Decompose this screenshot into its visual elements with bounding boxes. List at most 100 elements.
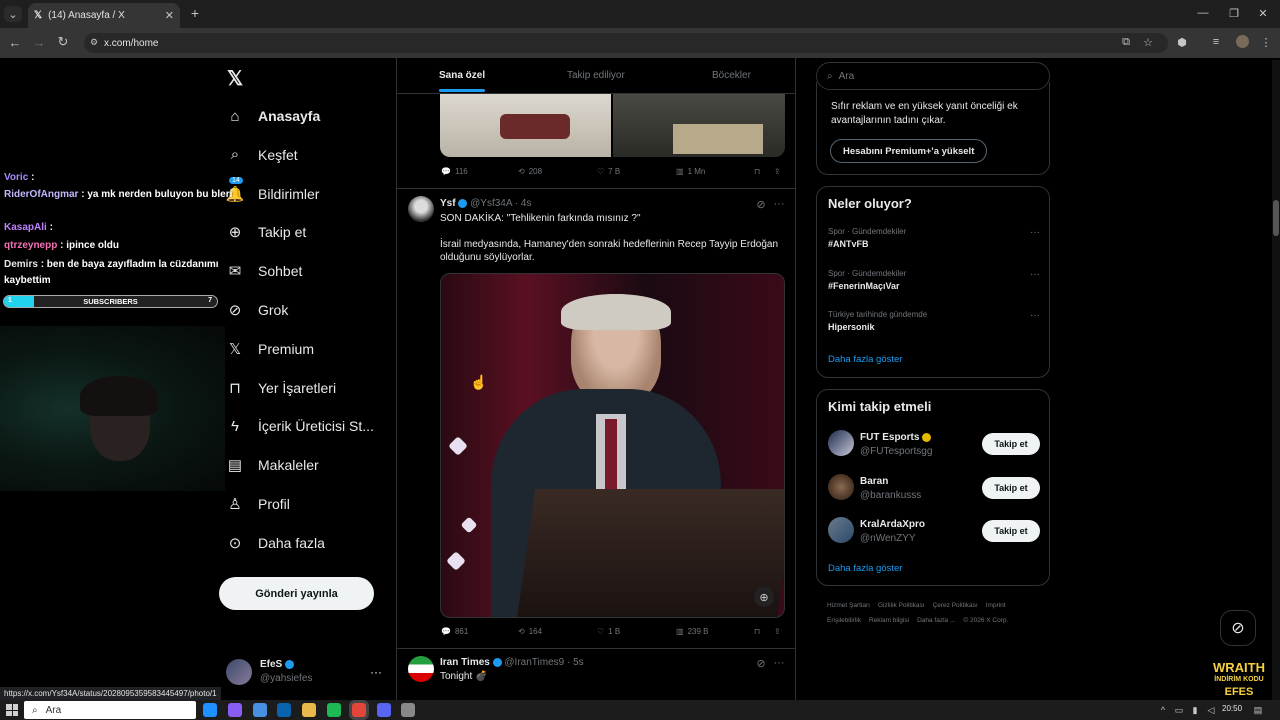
grok-icon[interactable]: ⊘ — [755, 657, 767, 670]
sidebar-item-9[interactable]: ▤ Makaleler — [226, 450, 319, 480]
browser-tab[interactable]: 𝕏 (14) Anasayfa / X ✕ — [28, 3, 180, 28]
footer-link[interactable]: Hizmet Şartları — [827, 600, 870, 612]
sidebar-item-5[interactable]: ⊘ Grok — [226, 295, 289, 325]
more-icon[interactable]: ··· — [773, 198, 785, 210]
follow-button[interactable]: Takip et — [982, 520, 1040, 542]
sidebar-item-0[interactable]: ⌂ Anasayfa — [226, 101, 320, 131]
post-avatar[interactable] — [408, 656, 434, 682]
post-author-name[interactable]: Iran Times — [440, 657, 490, 668]
forward-icon[interactable]: → — [32, 35, 46, 50]
reply-button[interactable]: 💬 116 — [441, 167, 468, 176]
tab-search-icon[interactable]: ⌄ — [4, 6, 22, 22]
show-more-trends-link[interactable]: Daha fazla göster — [828, 354, 902, 365]
sidebar-item-8[interactable]: ϟ İçerik Üreticisi St... — [226, 411, 374, 441]
share-button[interactable]: ⇪ — [774, 167, 781, 176]
outlook-icon[interactable] — [277, 703, 292, 717]
follow-suggestion[interactable]: Baran @barankusss Takip et — [828, 473, 1040, 504]
views-button[interactable]: ▥ 239 B — [676, 627, 708, 636]
tab-bugs[interactable]: Böcekler — [712, 70, 751, 81]
start-icon[interactable] — [6, 704, 18, 716]
profile-avatar[interactable] — [1236, 35, 1249, 48]
prev-post-image[interactable] — [440, 94, 611, 157]
sidebar-item-7[interactable]: ⊓ Yer İşaretleri — [226, 373, 336, 403]
tray-mic-icon[interactable]: ▮ — [1190, 704, 1200, 716]
menu-icon[interactable]: ⋮ — [1260, 36, 1272, 49]
new-tab-icon[interactable]: + — [188, 5, 202, 21]
notification-icon[interactable]: ▤ — [1252, 704, 1264, 716]
more-icon[interactable]: ··· — [370, 665, 382, 679]
more-icon[interactable]: ··· — [773, 657, 785, 669]
tab-following[interactable]: Takip ediliyor — [567, 70, 625, 81]
maximize-icon[interactable]: ❐ — [1227, 6, 1241, 20]
close-tab-icon[interactable]: ✕ — [165, 9, 174, 22]
follow-button[interactable]: Takip et — [982, 433, 1040, 455]
post-button[interactable]: Gönderi yayınla — [219, 577, 374, 610]
more-icon[interactable]: ··· — [1030, 227, 1040, 238]
post-avatar[interactable] — [408, 196, 434, 222]
tray-volume-icon[interactable]: ◁ — [1206, 704, 1216, 716]
install-app-icon[interactable]: ⧉ — [1120, 36, 1132, 48]
taskbar-clock[interactable]: 20:50 — [1222, 704, 1242, 713]
back-icon[interactable]: ← — [8, 35, 22, 50]
more-icon[interactable]: ··· — [1030, 310, 1040, 321]
post-time[interactable]: · 5s — [567, 657, 584, 668]
bookmark-button[interactable]: ⊓ — [754, 167, 760, 176]
footer-link[interactable]: Erişilebilirlik — [827, 615, 861, 627]
scrollbar-thumb[interactable] — [1273, 200, 1279, 236]
prev-post-image[interactable] — [613, 94, 785, 157]
share-button[interactable]: ⇪ — [774, 627, 781, 636]
url-bar[interactable]: x.com/home — [84, 33, 1168, 53]
reload-icon[interactable]: ↻ — [56, 34, 70, 49]
bookmark-star-icon[interactable]: ☆ — [1142, 36, 1154, 49]
extensions-icon[interactable]: ⬢ — [1176, 36, 1188, 49]
reply-button[interactable]: 💬 861 — [441, 627, 468, 636]
bookmark-button[interactable]: ⊓ — [754, 627, 760, 636]
discord-icon[interactable] — [376, 703, 391, 717]
footer-link[interactable]: Daha fazla ... — [917, 615, 955, 627]
sidebar-item-6[interactable]: 𝕏 Premium — [226, 334, 314, 364]
trend-item[interactable]: Spor · Gündemdekiler #ANTvFB ··· — [828, 227, 1040, 249]
footer-link[interactable]: Reklam bilgisi — [869, 615, 909, 627]
post-time[interactable]: · 4s — [515, 198, 532, 209]
follow-suggestion[interactable]: KralArdaXpro @nWenZYY Takip et — [828, 517, 1040, 547]
follow-button[interactable]: Takip et — [982, 476, 1040, 499]
trend-item[interactable]: Spor · Gündemdekiler #FenerinMaçıVar ··· — [828, 269, 1040, 291]
post-author-name[interactable]: Ysf — [440, 198, 456, 209]
like-button[interactable]: ♡ 1 B — [597, 627, 620, 636]
show-more-follow-link[interactable]: Daha fazla göster — [828, 563, 902, 574]
more-icon[interactable]: ··· — [1030, 269, 1040, 280]
views-button[interactable]: ▥ 1 Mn — [676, 167, 705, 176]
grok-float-icon[interactable]: ⊘ — [1220, 610, 1256, 646]
post-image[interactable]: ⊕ — [440, 273, 785, 618]
chrome-icon[interactable] — [351, 703, 366, 717]
sidebar-item-11[interactable]: ⊙ Daha fazla — [226, 528, 325, 558]
footer-link[interactable]: Çerez Politikası — [933, 600, 978, 612]
tray-network-icon[interactable]: ▭ — [1174, 704, 1184, 716]
explorer-icon[interactable] — [302, 703, 317, 717]
store-icon[interactable] — [252, 703, 267, 717]
media-icon[interactable]: ≡ — [1210, 36, 1222, 48]
post-author-handle[interactable]: @IranTimes9 — [504, 657, 564, 668]
x-logo-icon[interactable]: 𝕏 — [227, 66, 243, 91]
footer-link[interactable]: Imprint — [986, 600, 1006, 612]
edge-icon[interactable] — [203, 703, 217, 717]
upgrade-premium-button[interactable]: Hesabını Premium+'a yükselt — [830, 139, 988, 163]
tray-chevron-icon[interactable]: ^ — [1158, 704, 1168, 716]
trend-item[interactable]: Türkiye tarihinde gündemde Hipersonik ··· — [828, 310, 1040, 332]
grok-icon[interactable]: ⊘ — [755, 198, 767, 211]
close-window-icon[interactable]: ✕ — [1256, 6, 1270, 20]
account-switcher[interactable]: EfeS @yahsiefes ··· — [226, 655, 396, 689]
repost-button[interactable]: ⟲ 164 — [518, 627, 542, 636]
footer-link[interactable]: Gizlilik Politikası — [878, 600, 925, 612]
taskbar-search[interactable]: ⌕ Ara — [24, 701, 196, 719]
tab-for-you[interactable]: Sana özel — [439, 70, 485, 81]
copilot-icon[interactable] — [227, 703, 242, 717]
spotify-icon[interactable] — [327, 703, 341, 717]
minimize-icon[interactable]: — — [1196, 6, 1210, 20]
post-author-handle[interactable]: @Ysf34A — [470, 198, 512, 209]
site-info-icon[interactable]: ⚙ — [88, 36, 100, 48]
footer-link[interactable]: © 2026 X Corp. — [963, 615, 1008, 627]
sidebar-item-10[interactable]: ♙ Profil — [226, 489, 290, 519]
scrollbar[interactable] — [1272, 60, 1280, 700]
image-edit-icon[interactable]: ⊕ — [754, 587, 774, 607]
